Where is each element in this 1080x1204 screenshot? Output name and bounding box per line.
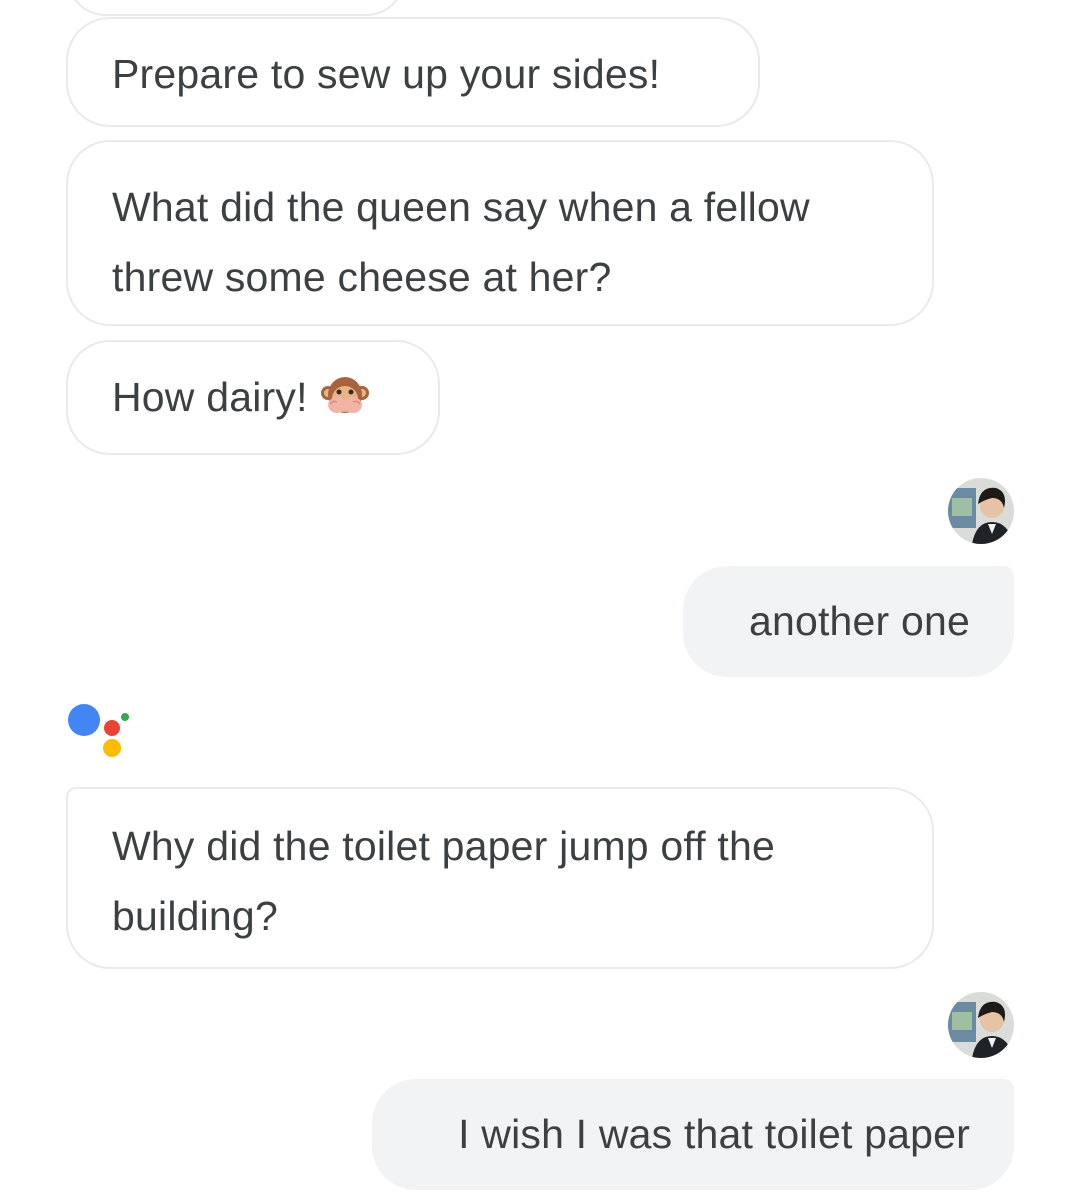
message-text: What did the queen say when a fellow thr… bbox=[112, 184, 810, 300]
message-text: Prepare to sew up your sides! bbox=[112, 51, 661, 97]
assistant-message: What did the queen say when a fellow thr… bbox=[66, 140, 934, 326]
previous-message-bubble bbox=[66, 0, 406, 16]
user-message: I wish I was that toilet paper bbox=[372, 1079, 1014, 1190]
google-assistant-logo-icon bbox=[66, 700, 132, 766]
message-text: Why did the toilet paper jump off the bu… bbox=[112, 823, 776, 939]
assistant-message: How dairy! bbox=[66, 340, 440, 455]
user-message: another one bbox=[683, 566, 1014, 677]
assistant-message: Why did the toilet paper jump off the bu… bbox=[66, 787, 934, 969]
message-text: I wish I was that toilet paper bbox=[458, 1111, 970, 1157]
message-text: How dairy! bbox=[112, 374, 308, 420]
user-avatar[interactable] bbox=[948, 992, 1014, 1058]
assistant-message: Prepare to sew up your sides! bbox=[66, 17, 760, 127]
message-text: another one bbox=[748, 598, 970, 644]
user-avatar[interactable] bbox=[948, 478, 1014, 544]
see-no-evil-monkey-icon bbox=[320, 371, 370, 421]
